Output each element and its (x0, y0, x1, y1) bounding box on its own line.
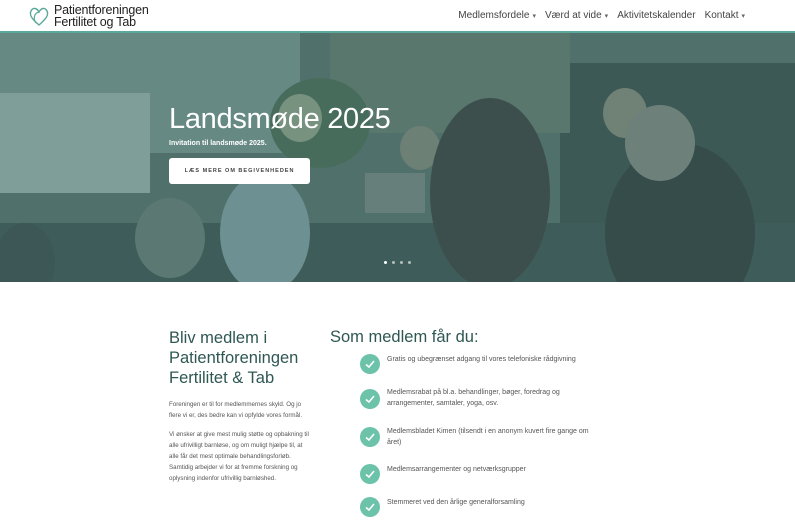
check-circle-icon (360, 354, 380, 374)
benefit-item: Medlemsbladet Kimen (tilsendt i en anony… (360, 426, 600, 448)
check-circle-icon (360, 427, 380, 447)
benefit-item: Medlemsarrangementer og netværksgrupper (360, 464, 600, 484)
nav-label: Medlemsfordele (458, 10, 530, 21)
benefit-item: Medlemsrabat på bl.a. behandlinger, bøge… (360, 387, 600, 409)
check-circle-icon (360, 464, 380, 484)
chevron-down-icon: ▾ (532, 12, 536, 20)
nav-item-aktivitetskalender[interactable]: Aktivitetskalender (617, 10, 695, 21)
benefit-text: Medlemsbladet Kimen (tilsendt i en anony… (387, 428, 589, 446)
read-more-button[interactable]: LÆS MERE OM BEGIVENHEDEN (169, 158, 310, 184)
benefit-text: Medlemsrabat på bl.a. behandlinger, bøge… (387, 389, 560, 407)
intro-paragraph: Foreningen er til for medlemmernes skyld… (169, 401, 303, 419)
slider-dots (384, 261, 411, 264)
hero-subtitle: Invitation til landsmøde 2025. (169, 140, 267, 147)
membership-intro: Bliv medlem i Patientforeningen Fertilit… (169, 328, 309, 484)
nav-item-vaerd-at-vide[interactable]: Værd at vide ▾ (545, 10, 608, 21)
slider-dot[interactable] (400, 261, 403, 264)
chevron-down-icon: ▾ (741, 12, 745, 20)
benefit-item: Stemmeret ved den årlige generalforsamli… (360, 497, 600, 517)
hero-overlay (0, 33, 795, 282)
nav-label: Værd at vide (544, 10, 602, 21)
membership-heading: Bliv medlem i Patientforeningen Fertilit… (169, 329, 299, 387)
main-nav: Medlemsfordele ▾ Værd at vide ▾ Aktivite… (458, 10, 745, 21)
nav-item-medlemsfordele[interactable]: Medlemsfordele ▾ (458, 10, 536, 21)
slider-dot[interactable] (384, 261, 387, 264)
chevron-down-icon: ▾ (604, 12, 609, 20)
slider-dot[interactable] (408, 261, 411, 264)
site-header: Patientforeningen Fertilitet og Tab Medl… (0, 0, 795, 33)
mission-paragraph: Vi ønsker at give mest mulig støtte og o… (169, 431, 309, 482)
nav-label: Aktivitetskalender (617, 10, 696, 21)
site-logo[interactable]: Patientforeningen Fertilitet og Tab (27, 4, 149, 28)
benefit-text: Gratis og ubegrænset adgang til vores te… (387, 356, 576, 363)
logo-line-2: Fertilitet og Tab (54, 15, 136, 29)
check-circle-icon (360, 389, 380, 409)
benefits-heading: Som medlem får du: (330, 328, 479, 346)
member-benefits: Som medlem får du: Gratis og ubegrænset … (330, 328, 600, 517)
benefit-text: Stemmeret ved den årlige generalforsamli… (387, 499, 525, 506)
slider-dot[interactable] (392, 261, 395, 264)
hero-title: Landsmøde 2025 (169, 103, 391, 135)
benefit-item: Gratis og ubegrænset adgang til vores te… (360, 354, 600, 374)
logo-text: Patientforeningen Fertilitet og Tab (54, 4, 149, 29)
check-circle-icon (360, 497, 380, 517)
nav-label: Kontakt (704, 10, 739, 21)
nav-item-kontakt[interactable]: Kontakt ▾ (705, 10, 745, 21)
heart-logo-icon (29, 7, 49, 26)
hero-slider: Landsmøde 2025 Invitation til landsmøde … (0, 33, 795, 282)
benefit-text: Medlemsarrangementer og netværksgrupper (387, 466, 526, 473)
